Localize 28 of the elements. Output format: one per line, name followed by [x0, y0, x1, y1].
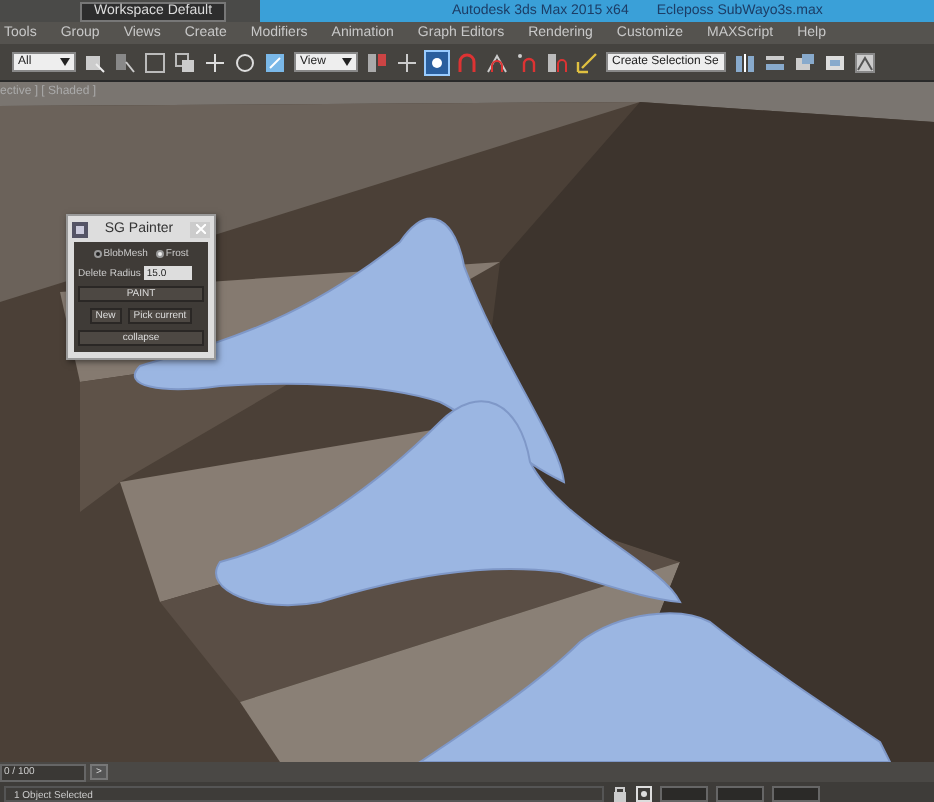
percent-snap-icon[interactable] [516, 51, 538, 73]
edit-named-selection-icon[interactable] [576, 51, 598, 73]
snap-toggle-icon[interactable] [456, 51, 478, 73]
layer-manager-icon[interactable] [794, 51, 816, 73]
caret-icon [60, 58, 70, 66]
manipulate-icon[interactable] [396, 51, 418, 73]
x-coordinate-field[interactable] [660, 785, 708, 801]
angle-snap-icon[interactable] [486, 51, 508, 73]
z-coordinate-field[interactable] [772, 785, 820, 801]
schematic-view-icon[interactable] [854, 51, 876, 73]
keyboard-shortcut-icon[interactable] [426, 51, 448, 73]
caret-icon [342, 58, 352, 66]
move-icon[interactable] [204, 51, 226, 73]
pivot-icon[interactable] [366, 51, 388, 73]
scene-explorer-icon[interactable] [824, 51, 846, 73]
select-by-name-icon[interactable] [114, 51, 136, 73]
select-object-icon[interactable] [84, 51, 106, 73]
y-coordinate-field[interactable] [716, 785, 764, 801]
spinner-snap-icon[interactable] [546, 51, 568, 73]
scale-icon[interactable] [264, 51, 286, 73]
transform-mode-icon[interactable] [636, 785, 652, 801]
rectangle-region-icon[interactable] [144, 51, 166, 73]
mirror-icon[interactable] [734, 51, 756, 73]
app-icon [72, 221, 88, 237]
lock-icon[interactable] [612, 785, 628, 801]
window-crossing-icon[interactable] [174, 51, 196, 73]
align-icon[interactable] [764, 51, 786, 73]
rotate-icon[interactable] [234, 51, 256, 73]
